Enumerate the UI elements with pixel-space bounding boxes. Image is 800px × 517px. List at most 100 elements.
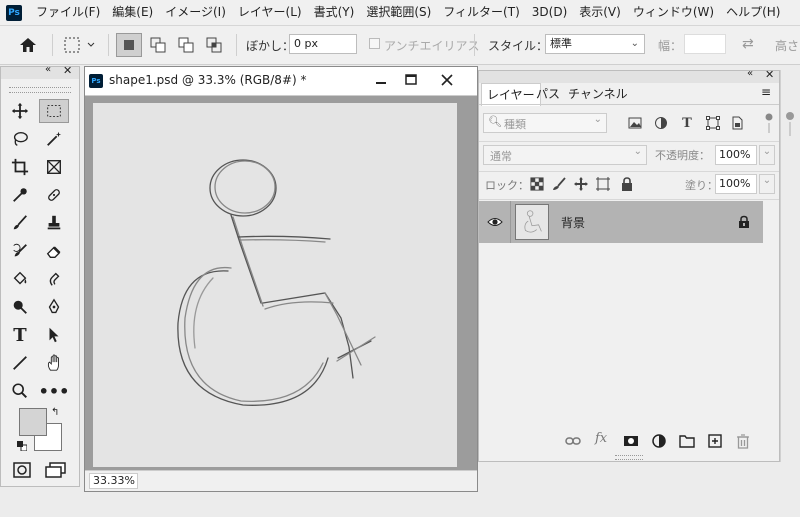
eye-icon[interactable]: [487, 214, 503, 230]
lock-transparent-pixels-icon[interactable]: [529, 176, 545, 192]
menu-help[interactable]: ヘルプ(H): [720, 0, 786, 25]
layer-row-background[interactable]: 背景: [479, 201, 763, 243]
filter-shape-layer-icon[interactable]: [705, 115, 721, 131]
subtract-from-selection-button[interactable]: [174, 34, 198, 56]
antialias-label: アンチエイリアス: [384, 39, 480, 53]
minimize-button[interactable]: [367, 70, 395, 90]
panel-resize-grip[interactable]: [615, 455, 643, 460]
swap-colors-icon[interactable]: ↰: [51, 407, 59, 418]
menu-window[interactable]: ウィンドウ(W): [627, 0, 720, 25]
screen-mode-icon[interactable]: [45, 462, 67, 478]
paint-bucket-tool-icon[interactable]: [5, 267, 35, 291]
move-tool-icon[interactable]: [5, 99, 35, 123]
foreground-color-swatch[interactable]: [19, 408, 47, 436]
panel-grip[interactable]: [9, 87, 71, 93]
smudge-tool-icon[interactable]: [39, 267, 69, 291]
collapse-icon[interactable]: «: [747, 68, 753, 79]
menu-edit[interactable]: 編集(E): [106, 0, 159, 25]
eyedropper-tool-icon[interactable]: [5, 183, 35, 207]
brush-tool-icon[interactable]: [5, 211, 35, 235]
path-selection-tool-icon[interactable]: [39, 323, 69, 347]
zoom-tool-icon[interactable]: [5, 379, 35, 403]
clone-stamp-tool-icon[interactable]: [39, 211, 69, 235]
link-layers-icon[interactable]: [565, 433, 581, 449]
blend-mode-select[interactable]: 通常 ⌄: [483, 145, 647, 165]
menu-image[interactable]: イメージ(I): [159, 0, 232, 25]
menu-3d[interactable]: 3D(D): [526, 0, 573, 25]
chevron-down-icon[interactable]: ⌄: [759, 174, 775, 194]
new-group-icon[interactable]: [679, 433, 695, 449]
swap-dimensions-icon[interactable]: ⇄: [742, 36, 760, 54]
tab-paths[interactable]: パス: [531, 83, 565, 105]
default-colors-icon[interactable]: [17, 440, 28, 452]
canvas[interactable]: [93, 103, 457, 467]
filter-type-layer-icon[interactable]: T: [679, 115, 695, 131]
marquee-preset-picker[interactable]: [62, 35, 98, 55]
hand-tool-icon[interactable]: [39, 351, 69, 375]
lasso-tool-icon[interactable]: [5, 127, 35, 151]
magic-wand-tool-icon[interactable]: [39, 127, 69, 151]
menu-filter[interactable]: フィルター(T): [437, 0, 525, 25]
close-icon[interactable]: ✕: [765, 68, 774, 81]
layer-name[interactable]: 背景: [561, 214, 585, 231]
lock-position-icon[interactable]: [573, 176, 589, 192]
new-selection-button[interactable]: [116, 33, 142, 57]
filter-toggle[interactable]: [765, 111, 773, 135]
chevron-down-icon[interactable]: ⌄: [759, 145, 775, 165]
add-mask-icon[interactable]: [623, 433, 639, 449]
crop-tool-icon[interactable]: [5, 155, 35, 179]
dock-scroll-indicator[interactable]: [785, 110, 795, 138]
document-title-bar[interactable]: Ps shape1.psd @ 33.3% (RGB/8#) *: [85, 67, 477, 96]
intersect-selection-button[interactable]: [202, 34, 226, 56]
dodge-tool-icon[interactable]: [5, 295, 35, 319]
rectangular-marquee-tool-icon[interactable]: [39, 99, 69, 123]
opacity-input[interactable]: 100%: [715, 145, 757, 165]
menu-select[interactable]: 選択範囲(S): [360, 0, 437, 25]
antialias-checkbox[interactable]: [369, 38, 380, 49]
feather-input[interactable]: 0 px: [289, 34, 357, 54]
width-input[interactable]: [684, 34, 726, 54]
tools-panel-header[interactable]: « ✕: [1, 64, 79, 79]
home-icon[interactable]: [18, 35, 40, 55]
line-tool-icon[interactable]: [5, 351, 35, 375]
more-tools-icon[interactable]: •••: [39, 379, 70, 403]
quick-mask-icon[interactable]: [13, 462, 31, 478]
pen-tool-icon[interactable]: [39, 295, 69, 319]
maximize-button[interactable]: [397, 70, 425, 90]
layers-panel-header[interactable]: « ✕: [479, 68, 779, 83]
lock-all-icon[interactable]: [619, 176, 635, 192]
menu-view[interactable]: 表示(V): [573, 0, 627, 25]
history-brush-tool-icon[interactable]: [5, 239, 35, 263]
filter-adjustment-layer-icon[interactable]: [653, 115, 669, 131]
new-layer-icon[interactable]: [707, 433, 723, 449]
fill-input[interactable]: 100%: [715, 174, 757, 194]
filter-pixel-layer-icon[interactable]: [627, 115, 643, 131]
spot-healing-brush-tool-icon[interactable]: [39, 183, 69, 207]
kind-filter-select[interactable]: 🔍︎ 種類 ⌄: [483, 113, 607, 133]
close-icon[interactable]: ✕: [63, 64, 72, 77]
menu-file[interactable]: ファイル(F): [30, 0, 106, 25]
menu-bar: Ps ファイル(F) 編集(E) イメージ(I) レイヤー(L) 書式(Y) 選…: [0, 0, 800, 26]
add-to-selection-button[interactable]: [146, 34, 170, 56]
eraser-tool-icon[interactable]: [39, 239, 69, 263]
style-select-value: 標準: [550, 37, 572, 50]
adjustment-layer-icon[interactable]: [651, 433, 667, 449]
menu-type[interactable]: 書式(Y): [308, 0, 361, 25]
collapse-icon[interactable]: «: [45, 64, 51, 75]
close-button[interactable]: [427, 70, 467, 90]
zoom-level[interactable]: 33.33%: [89, 473, 138, 489]
style-select[interactable]: 標準 ⌄: [545, 34, 645, 54]
filter-smart-object-icon[interactable]: [729, 115, 745, 131]
menu-layer[interactable]: レイヤー(L): [232, 0, 308, 25]
tab-channels[interactable]: チャンネル: [563, 83, 633, 105]
chevron-down-icon: ⌄: [593, 114, 602, 125]
lock-image-pixels-icon[interactable]: [551, 176, 567, 192]
search-icon: 🔍︎: [488, 115, 502, 128]
panel-menu-icon[interactable]: ≡: [761, 85, 771, 99]
frame-tool-icon[interactable]: [39, 155, 69, 179]
tools-panel: « ✕ T ••• ↰: [0, 64, 80, 487]
type-tool-icon[interactable]: T: [5, 323, 35, 347]
lock-artboard-icon[interactable]: [595, 176, 611, 192]
trash-icon[interactable]: [735, 433, 751, 449]
layer-style-icon[interactable]: fx: [595, 431, 607, 446]
